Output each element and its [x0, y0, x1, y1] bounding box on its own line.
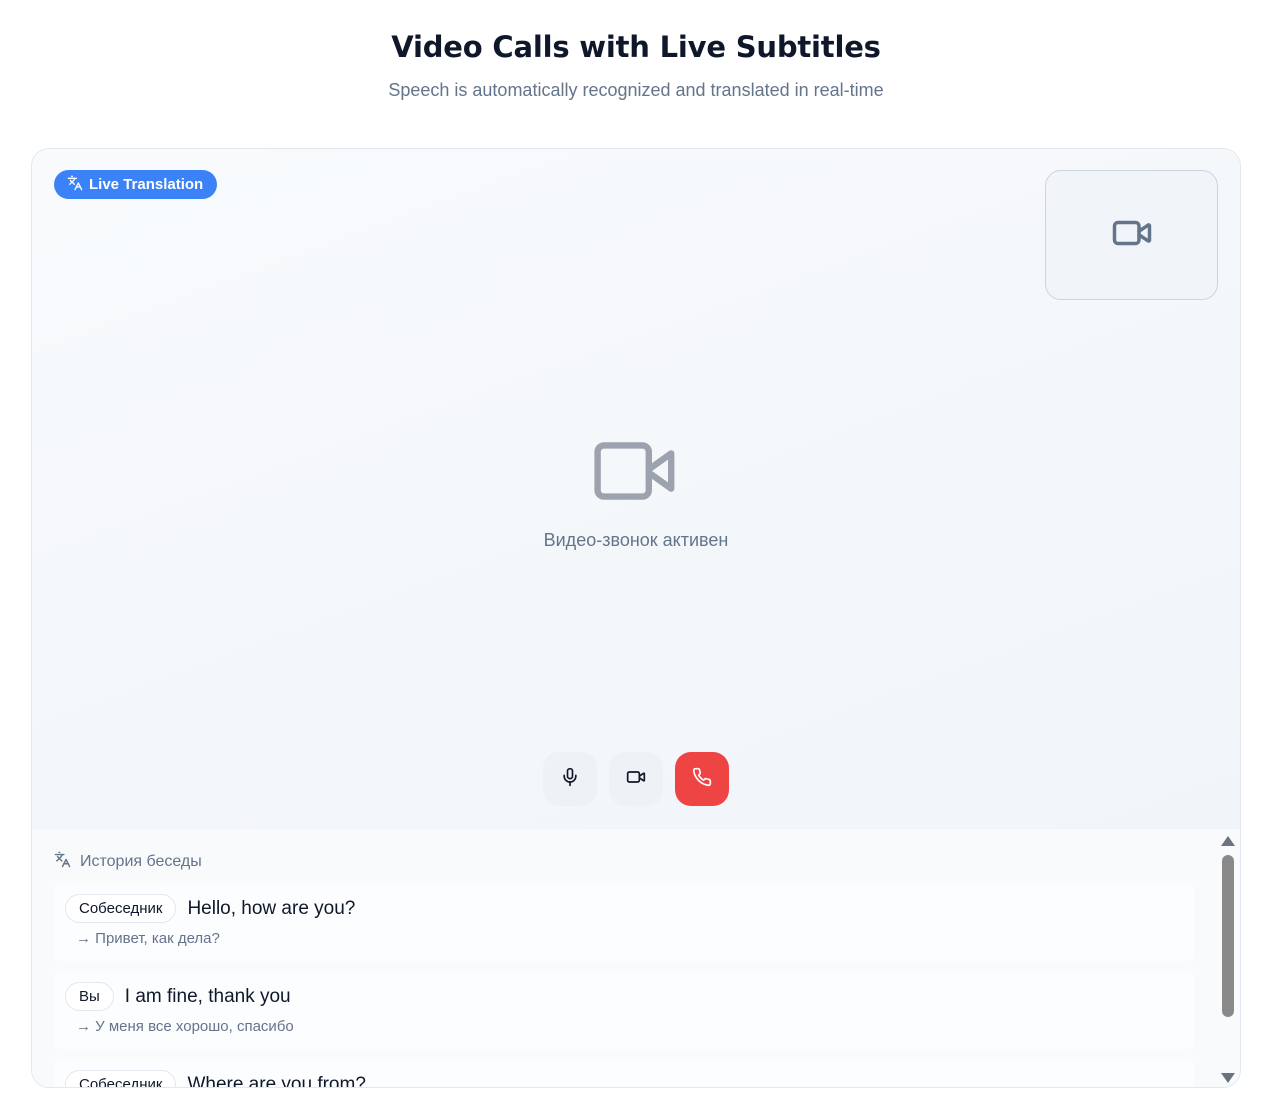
remote-video-area: Live Translation Видео-звонок активен	[32, 149, 1240, 829]
message-text: I am fine, thank you	[124, 985, 291, 1007]
message-text: Where are you from?	[187, 1073, 366, 1088]
scroll-up-arrow-icon[interactable]	[1221, 836, 1235, 846]
list-item: Собеседник Hello, how are you? → Привет,…	[54, 883, 1195, 961]
microphone-button[interactable]	[543, 752, 597, 806]
speaker-badge: Собеседник	[65, 1070, 177, 1087]
history-header: История беседы	[54, 851, 202, 873]
scroll-thumb[interactable]	[1222, 855, 1234, 1017]
translate-icon	[54, 851, 71, 873]
video-camera-icon	[594, 442, 678, 507]
list-item: Вы I am fine, thank you → У меня все хор…	[54, 971, 1195, 1049]
translate-icon	[67, 175, 83, 195]
end-call-button[interactable]	[675, 752, 729, 806]
live-translation-badge: Live Translation	[54, 170, 218, 199]
self-view-tile[interactable]	[1045, 170, 1218, 300]
history-title: История беседы	[80, 853, 202, 870]
message-list: Собеседник Hello, how are you? → Привет,…	[54, 883, 1195, 1087]
history-scrollbar[interactable]	[1220, 835, 1236, 1085]
page-title: Video Calls with Live Subtitles	[391, 30, 881, 64]
microphone-icon	[560, 767, 580, 792]
call-controls	[32, 752, 1240, 806]
conversation-history[interactable]: История беседы Собеседник Hello, how are…	[32, 829, 1240, 1087]
list-item: Собеседник Where are you from?	[54, 1059, 1195, 1087]
camera-button[interactable]	[609, 752, 663, 806]
video-camera-icon	[1111, 212, 1153, 259]
speaker-badge: Собеседник	[65, 894, 177, 923]
scroll-down-arrow-icon[interactable]	[1221, 1073, 1235, 1083]
message-text: Hello, how are you?	[187, 897, 356, 919]
call-status-text: Видео-звонок активен	[543, 530, 729, 550]
page-subtitle: Speech is automatically recognized and t…	[388, 80, 884, 100]
live-translation-label: Live Translation	[89, 176, 204, 193]
speaker-badge: Вы	[65, 982, 114, 1011]
video-call-card: Live Translation Видео-звонок активен Ис…	[31, 148, 1241, 1088]
page-header: Video Calls with Live Subtitles Speech i…	[0, 0, 1272, 148]
message-translation: → Привет, как дела?	[76, 930, 220, 947]
video-camera-icon	[626, 767, 646, 792]
call-status: Видео-звонок активен	[32, 439, 1240, 551]
message-translation: → У меня все хорошо, спасибо	[76, 1018, 294, 1035]
phone-icon	[692, 767, 712, 792]
